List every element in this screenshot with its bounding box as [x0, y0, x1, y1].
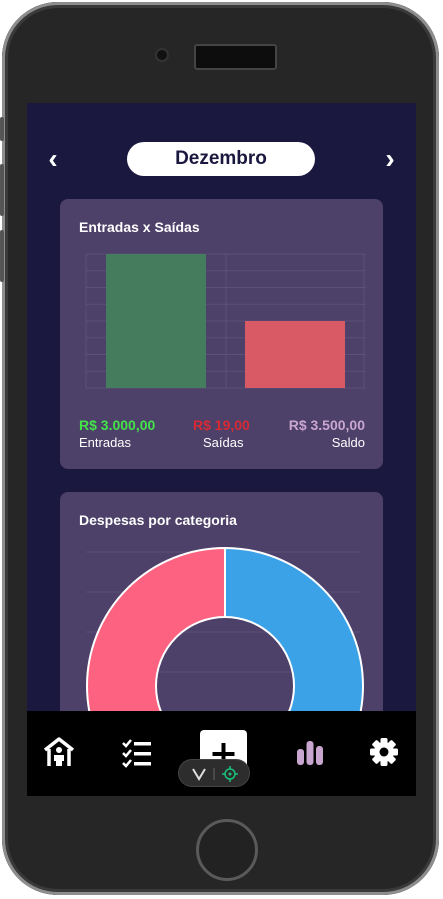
- home-person-icon: [43, 737, 75, 766]
- income-expense-bar-chart: [85, 253, 366, 389]
- gear-icon: [370, 738, 398, 766]
- volume-down-button: [0, 230, 4, 282]
- bottom-navigation: [27, 711, 416, 796]
- next-month-button[interactable]: ›: [378, 141, 402, 177]
- app-screen: ‹ Dezembro › Entradas x Saídas R$ 3.000,…: [27, 103, 416, 796]
- earpiece-speaker: [194, 44, 277, 70]
- income-label: Entradas: [79, 435, 132, 450]
- totals-row: R$ 3.000,00 Entradas R$ 19,00 Saídas R$ …: [79, 417, 365, 453]
- expense-label: Saídas: [203, 435, 244, 450]
- nav-settings[interactable]: [367, 735, 407, 775]
- home-button[interactable]: [196, 819, 258, 881]
- task-list-icon: [122, 739, 151, 768]
- month-label[interactable]: Dezembro: [127, 142, 315, 176]
- month-selector: ‹ Dezembro ›: [27, 141, 416, 177]
- nav-home[interactable]: [42, 735, 82, 775]
- balance-label: Saldo: [331, 435, 365, 450]
- income-vs-expense-card: Entradas x Saídas R$ 3.000,00 Entradas R…: [60, 199, 383, 469]
- toolbar-icons: [192, 766, 238, 782]
- card-title: Despesas por categoria: [79, 512, 237, 528]
- nav-tasks[interactable]: [120, 735, 160, 775]
- mute-switch: [0, 117, 4, 141]
- expense-value: R$ 19,00: [193, 417, 250, 433]
- bar-saídas: [245, 321, 345, 388]
- balance-value: R$ 3.500,00: [288, 417, 365, 433]
- bar-chart-icon: [297, 741, 323, 765]
- prev-month-button[interactable]: ‹: [41, 141, 65, 177]
- floating-toolbar: [178, 759, 250, 787]
- card-title: Entradas x Saídas: [79, 219, 200, 235]
- bar-entradas: [106, 254, 206, 388]
- income-value: R$ 3.000,00: [79, 417, 156, 433]
- front-camera: [157, 50, 167, 60]
- volume-up-button: [0, 164, 4, 216]
- chevron-down-icon: [192, 768, 206, 781]
- nav-reports[interactable]: [293, 735, 333, 775]
